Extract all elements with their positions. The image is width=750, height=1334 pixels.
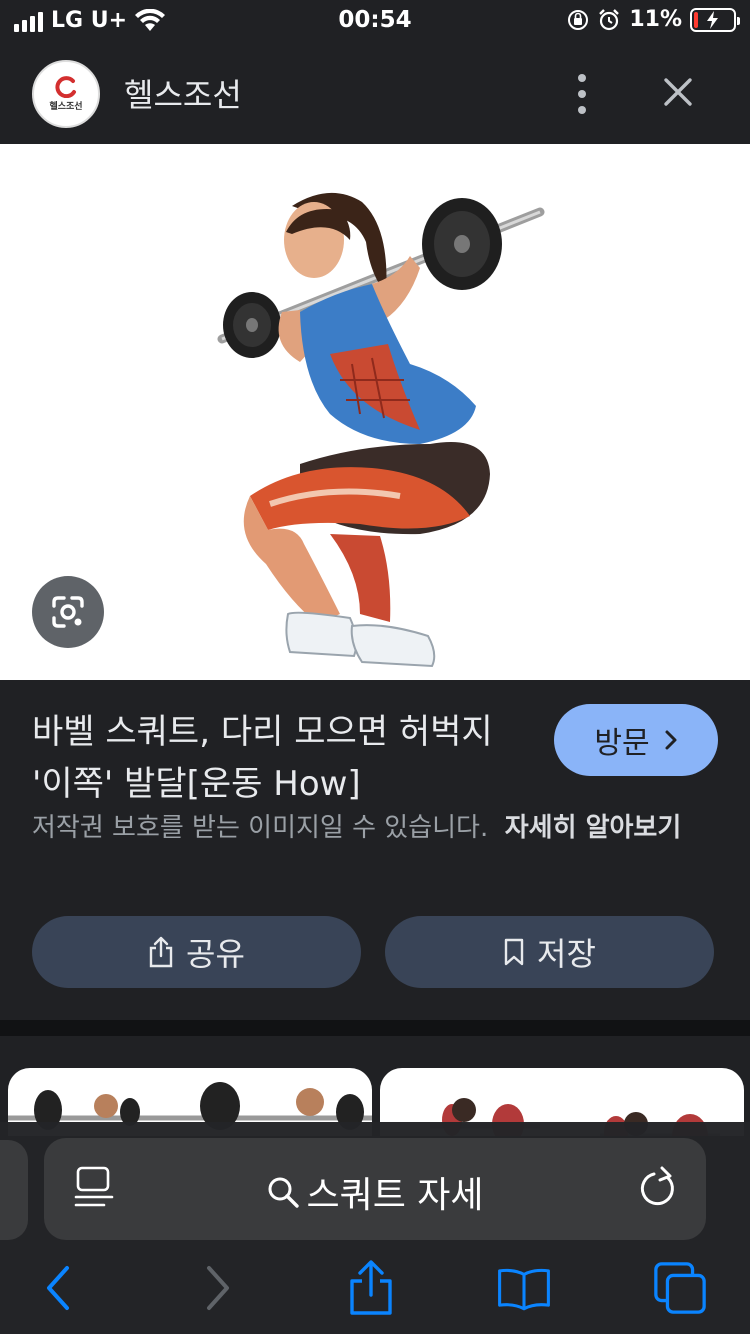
- previous-tab-peek[interactable]: [0, 1140, 28, 1240]
- tabs-button[interactable]: [652, 1260, 708, 1316]
- result-info-panel: 바벨 스쿼트, 다리 모으면 허벅지 '이쪽' 발달[운동 How] 방문 저작…: [0, 680, 750, 1020]
- related-images: [0, 1036, 750, 1136]
- forward-icon: [207, 1266, 229, 1310]
- visit-label: 방문: [594, 726, 650, 761]
- site-name[interactable]: 헬스조선: [124, 70, 242, 116]
- browser-bottom-bar: 스쿼트 자세: [0, 1122, 750, 1334]
- search-icon: [268, 1177, 300, 1208]
- result-title[interactable]: 바벨 스쿼트, 다리 모으면 허벅지 '이쪽' 발달[운동 How]: [32, 706, 522, 810]
- close-icon[interactable]: [658, 72, 698, 112]
- tabs-icon: [654, 1262, 706, 1314]
- google-lens-button[interactable]: [32, 576, 104, 648]
- logo-text: 헬스조선: [49, 102, 83, 112]
- result-image[interactable]: [0, 144, 750, 680]
- orientation-lock-icon: [568, 9, 589, 30]
- lens-icon: [52, 596, 84, 628]
- address-content: 스쿼트 자세: [44, 1166, 706, 1218]
- status-right: 11%: [567, 7, 740, 32]
- result-header: 헬스조선 헬스조선: [0, 44, 750, 144]
- visit-button[interactable]: 방문: [554, 704, 718, 776]
- back-icon: [47, 1266, 69, 1310]
- address-bar[interactable]: 스쿼트 자세: [44, 1138, 706, 1240]
- share-page-button[interactable]: [343, 1260, 399, 1316]
- alarm-icon: [599, 8, 620, 30]
- save-label: 저장: [537, 935, 596, 973]
- chevron-right-icon: [665, 730, 677, 750]
- share-label: 공유: [186, 935, 245, 973]
- battery-percent: 11%: [629, 7, 682, 32]
- learn-more-link[interactable]: 자세히 알아보기: [505, 813, 682, 843]
- more-options-button[interactable]: [562, 70, 602, 118]
- browser-toolbar: [0, 1252, 750, 1322]
- bookmarks-button[interactable]: [496, 1260, 552, 1316]
- copyright-text: 저작권 보호를 받는 이미지일 수 있습니다.: [32, 813, 489, 843]
- forward-button[interactable]: [190, 1260, 246, 1316]
- battery-icon: [690, 7, 740, 32]
- share-icon: [350, 1260, 392, 1315]
- bookmarks-icon: [498, 1268, 550, 1311]
- share-icon: [149, 936, 173, 968]
- site-logo[interactable]: 헬스조선: [32, 60, 100, 128]
- reload-icon[interactable]: [638, 1166, 678, 1210]
- squat-illustration: [217, 192, 545, 668]
- address-query: 스쿼트 자세: [306, 1175, 484, 1216]
- status-bar: LG U+ 00:54 11%: [0, 0, 750, 44]
- share-button[interactable]: 공유: [32, 916, 361, 988]
- copyright-notice: 저작권 보호를 받는 이미지일 수 있습니다. 자세히 알아보기: [32, 810, 722, 846]
- section-divider: [0, 1020, 750, 1036]
- health-chosun-logo-icon: [55, 76, 76, 98]
- bookmark-icon: [504, 938, 524, 966]
- save-button[interactable]: 저장: [385, 916, 714, 988]
- back-button[interactable]: [30, 1260, 86, 1316]
